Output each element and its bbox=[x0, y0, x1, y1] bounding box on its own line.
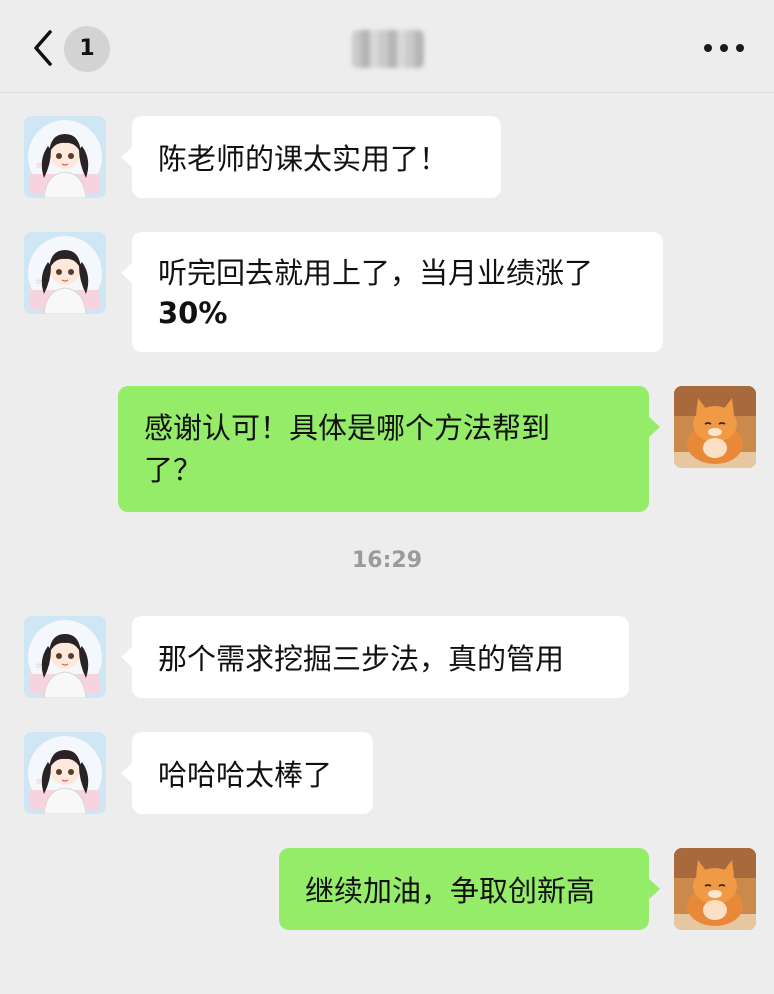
chat-header: 1 bbox=[0, 0, 774, 93]
message-text: 继续加油，争取创新高 bbox=[305, 874, 596, 908]
message-bubble[interactable]: 感谢认可！具体是哪个方法帮到 了？ bbox=[118, 386, 660, 512]
my-avatar[interactable] bbox=[674, 848, 756, 930]
back-chevron-icon[interactable] bbox=[30, 28, 60, 68]
contact-avatar[interactable] bbox=[24, 116, 106, 198]
message-bubble[interactable]: 陈老师的课太实用了！ bbox=[121, 116, 501, 198]
contact-avatar[interactable] bbox=[24, 232, 106, 314]
message-bubble[interactable]: 听完回去就用上了，当月业绩涨了 30% bbox=[121, 232, 663, 352]
chat-title-blurred bbox=[352, 30, 424, 68]
message-bubble[interactable]: 继续加油，争取创新高 bbox=[279, 848, 660, 930]
contact-avatar[interactable] bbox=[24, 616, 106, 698]
message-text: 了？ bbox=[144, 453, 203, 487]
message-text: 听完回去就用上了，当月业绩涨了 bbox=[158, 256, 594, 290]
message-text: 陈老师的课太实用了！ bbox=[158, 142, 449, 176]
unread-count-badge[interactable]: 1 bbox=[64, 26, 110, 72]
contact-avatar[interactable] bbox=[24, 732, 106, 814]
message-text: 30% bbox=[158, 296, 228, 330]
message-text: 那个需求挖掘三步法，真的管用 bbox=[158, 642, 565, 676]
more-dots-icon[interactable] bbox=[700, 38, 748, 58]
timestamp: 16:29 bbox=[351, 548, 423, 573]
my-avatar[interactable] bbox=[674, 386, 756, 468]
message-text: 哈哈哈太棒了 bbox=[158, 758, 333, 792]
message-text: 感谢认可！具体是哪个方法帮到 bbox=[144, 411, 551, 445]
message-bubble[interactable]: 哈哈哈太棒了 bbox=[121, 732, 373, 814]
message-bubble[interactable]: 那个需求挖掘三步法，真的管用 bbox=[121, 616, 629, 698]
